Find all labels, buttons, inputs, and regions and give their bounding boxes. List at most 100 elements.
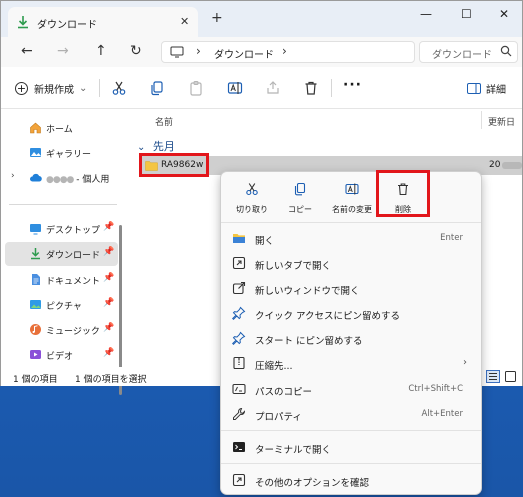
pin-icon: 📌 <box>103 247 115 257</box>
menu-item-properties[interactable]: プロパティ Alt+Enter <box>221 401 481 427</box>
refresh-button[interactable]: ↻ <box>130 43 142 59</box>
rename-label: 名前の変更 <box>332 205 372 214</box>
sidebar-item-label: ●●●● - 個人用 <box>46 172 109 185</box>
rename-icon <box>345 183 359 195</box>
pin-icon: 📌 <box>103 273 115 283</box>
shortcut-label: Alt+Enter <box>421 409 463 419</box>
sidebar-item-label: ダウンロード <box>46 251 101 261</box>
sidebar-item-desktop[interactable]: デスクトップ 📌 <box>1 217 123 241</box>
details-view-button[interactable] <box>486 370 500 383</box>
chevron-right-icon: › <box>463 357 467 368</box>
column-header-name[interactable]: 名前 <box>155 115 173 128</box>
sidebar-item-documents[interactable]: ドキュメント 📌 <box>1 268 123 292</box>
up-button[interactable]: ↑ <box>95 43 107 59</box>
scissors-icon[interactable] <box>111 80 127 96</box>
archive-icon <box>233 356 245 370</box>
pin-icon <box>232 306 246 320</box>
menu-item-open-new-window[interactable]: 新しいウィンドウで開く <box>221 275 481 301</box>
menu-item-pin-start[interactable]: スタート にピン留めする <box>221 325 481 351</box>
close-window-button[interactable]: ✕ <box>499 7 509 21</box>
column-separator[interactable] <box>481 111 482 129</box>
chevron-right-icon[interactable]: › <box>11 171 15 181</box>
context-menu: 切り取り コピー 名前の変更 削除 開く Enter 新しいタブで開く 新しいウ… <box>220 171 482 495</box>
new-label: 新規作成 <box>34 85 74 96</box>
cut-button[interactable]: 切り取り <box>227 180 277 220</box>
music-icon <box>30 324 41 335</box>
chevron-down-icon: ⌄ <box>137 142 146 153</box>
menu-item-label: クイック アクセスにピン留めする <box>255 311 401 322</box>
menu-item-label: ターミナルで開く <box>255 445 332 456</box>
sidebar-item-label: ピクチャ <box>46 302 82 312</box>
new-tab-button[interactable]: + <box>211 10 223 26</box>
menu-item-compress[interactable]: 圧縮先... › <box>221 350 481 376</box>
menu-item-label: その他のオプションを確認 <box>255 478 370 489</box>
search-input[interactable]: ダウンロード <box>419 41 518 63</box>
tab-close-icon[interactable]: ✕ <box>180 15 189 28</box>
sidebar-item-videos[interactable]: ビデオ 📌 <box>1 343 123 367</box>
copy-icon[interactable] <box>149 80 165 96</box>
pin-icon: 📌 <box>103 222 115 232</box>
menu-item-label: パスのコピー <box>255 387 313 398</box>
menu-item-open[interactable]: 開く Enter <box>221 225 481 251</box>
sidebar-item-downloads[interactable]: ダウンロード 📌 <box>5 242 118 266</box>
column-header-date[interactable]: 更新日 <box>488 115 515 128</box>
menu-item-open-terminal[interactable]: ターミナルで開く <box>221 434 481 460</box>
sidebar-item-label: ギャラリー <box>46 150 92 160</box>
details-label: 詳細 <box>486 85 506 96</box>
sidebar-item-label: ミュージック <box>46 327 100 337</box>
forward-button[interactable]: → <box>57 43 69 59</box>
details-pane-button[interactable]: 詳細 <box>467 81 506 96</box>
details-pane-icon <box>467 83 481 94</box>
menu-item-copy-path[interactable]: パスのコピー Ctrl+Shift+C <box>221 376 481 402</box>
account-suffix: - 個人用 <box>76 175 110 185</box>
sidebar-item-home[interactable]: ホーム <box>1 116 123 140</box>
command-bar: + 新規作成 ⌄ ··· 詳細 <box>1 67 522 109</box>
breadcrumb-downloads[interactable]: ダウンロード <box>214 46 274 61</box>
sidebar-item-gallery[interactable]: ギャラリー <box>1 141 123 165</box>
terminal-icon <box>233 442 245 452</box>
share-icon[interactable] <box>265 80 281 96</box>
item-count: 1 個の項目 <box>13 375 58 385</box>
group-label: 先月 <box>152 140 175 153</box>
cloud-icon <box>30 173 42 182</box>
rename-button[interactable]: 名前の変更 <box>327 180 377 220</box>
copy-button[interactable]: コピー <box>275 180 325 220</box>
sidebar-item-music[interactable]: ミュージック 📌 <box>1 318 123 342</box>
scissors-icon <box>246 183 258 196</box>
sidebar-item-label: ホーム <box>46 125 73 135</box>
menu-divider <box>221 430 481 431</box>
download-icon <box>31 248 40 260</box>
menu-item-label: 新しいウィンドウで開く <box>255 286 360 297</box>
breadcrumb-separator[interactable]: › <box>196 44 201 58</box>
breadcrumb-separator[interactable]: › <box>282 44 287 58</box>
menu-item-pin-quick-access[interactable]: クイック アクセスにピン留めする <box>221 300 481 326</box>
sidebar-item-onedrive[interactable]: › ●●●● - 個人用 <box>1 166 123 190</box>
navigation-pane: ホーム ギャラリー › ●●●● - 個人用 デスクトップ 📌 ダウンロード 📌… <box>1 109 123 395</box>
copy-path-icon <box>232 383 246 395</box>
more-options-button[interactable]: ··· <box>343 77 362 93</box>
group-header-last-month[interactable]: ⌄ 先月 <box>137 138 175 154</box>
menu-item-more-options[interactable]: その他のオプションを確認 <box>221 467 481 493</box>
new-tab-icon <box>232 256 246 270</box>
minimize-button[interactable]: — <box>420 7 432 21</box>
toolbar-divider <box>99 79 100 97</box>
tiles-view-button[interactable] <box>504 370 517 383</box>
sidebar-item-pictures[interactable]: ピクチャ 📌 <box>1 293 123 317</box>
trash-icon[interactable] <box>303 80 319 96</box>
toolbar-divider <box>331 79 332 97</box>
selection-count: 1 個の項目を選択 <box>75 375 147 385</box>
menu-item-open-new-tab[interactable]: 新しいタブで開く <box>221 250 481 276</box>
back-button[interactable]: ← <box>21 43 33 59</box>
maximize-button[interactable]: ☐ <box>461 7 472 21</box>
address-bar[interactable]: › ダウンロード › <box>161 41 415 63</box>
pictures-icon <box>30 300 41 309</box>
rename-icon[interactable] <box>227 80 243 96</box>
pin-icon: 📌 <box>103 323 115 333</box>
highlight-frame-delete <box>376 170 430 217</box>
paste-icon[interactable] <box>188 80 204 96</box>
new-button[interactable]: + 新規作成 ⌄ <box>15 81 87 96</box>
title-bar: ダウンロード ✕ + — ☐ ✕ <box>1 1 522 37</box>
menu-item-label: 開く <box>255 236 275 247</box>
tab-title: ダウンロード <box>37 20 97 31</box>
tab-downloads[interactable]: ダウンロード ✕ <box>8 7 198 37</box>
